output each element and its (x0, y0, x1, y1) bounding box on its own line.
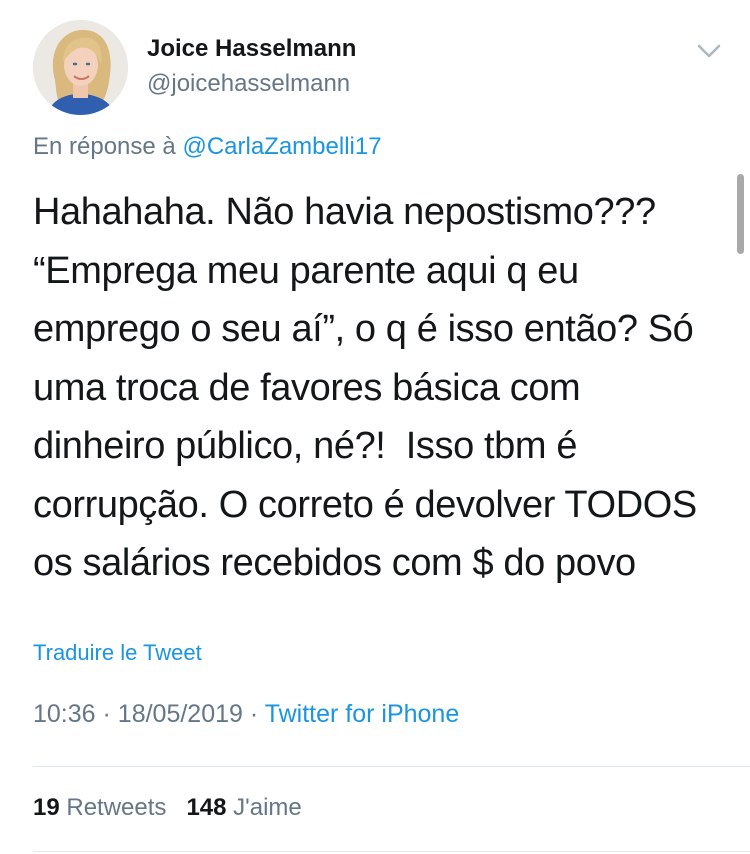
retweets-count: 19 (33, 794, 60, 821)
tweet-source-link[interactable]: Twitter for iPhone (265, 700, 460, 728)
chevron-down-icon[interactable] (691, 38, 727, 64)
tweet-stats: 19 Retweets 148 J'aime (33, 794, 302, 822)
reply-context: En réponse à @CarlaZambelli17 (33, 133, 382, 161)
divider (33, 851, 750, 852)
tweet-meta: 10:36 · 18/05/2019 · Twitter for iPhone (33, 700, 459, 729)
likes-stat[interactable]: 148 J'aime (186, 794, 301, 821)
retweets-stat[interactable]: 19 Retweets (33, 794, 173, 821)
author-handle[interactable]: @joicehasselmann (147, 70, 350, 98)
tweet-detail: Joice Hasselmann @joicehasselmann En rép… (0, 0, 750, 854)
retweets-label: Retweets (66, 794, 167, 821)
profile-photo (33, 20, 128, 115)
reply-mention-link[interactable]: @CarlaZambelli17 (182, 133, 381, 160)
avatar[interactable] (33, 20, 128, 115)
likes-label: J'aime (233, 794, 302, 821)
scrollbar[interactable] (737, 174, 744, 254)
translate-tweet-link[interactable]: Traduire le Tweet (33, 640, 202, 666)
tweet-time[interactable]: 10:36 (33, 700, 96, 728)
tweet-text: Hahahaha. Não havia nepostismo??? “Empre… (33, 191, 697, 584)
tweet-date[interactable]: 18/05/2019 (118, 700, 243, 728)
meta-separator: · (102, 700, 111, 728)
divider (33, 766, 750, 767)
author-name[interactable]: Joice Hasselmann (147, 35, 356, 63)
reply-prefix: En réponse à (33, 133, 176, 160)
likes-count: 148 (186, 794, 227, 821)
meta-separator: · (249, 700, 259, 728)
